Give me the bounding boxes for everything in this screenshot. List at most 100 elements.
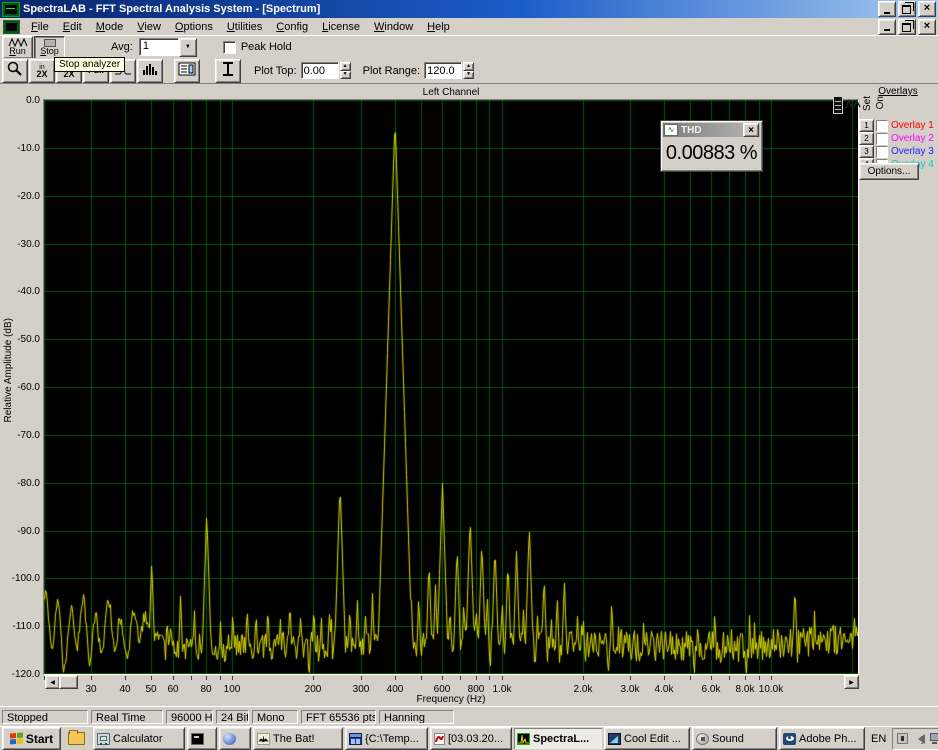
chevron-down-icon[interactable]: ▼ bbox=[179, 38, 197, 57]
x-minor-tick bbox=[91, 676, 92, 680]
taskbar-button-adobe-ph[interactable]: Adobe Ph... bbox=[779, 727, 865, 750]
quicklaunch-folder-icon[interactable] bbox=[68, 732, 85, 745]
overlay-set-button-1[interactable]: 1 bbox=[859, 119, 874, 132]
window-icon bbox=[349, 733, 362, 745]
task-label: Calculator bbox=[113, 733, 163, 745]
overlay-on-checkbox-3[interactable] bbox=[876, 146, 888, 158]
thd-window: ∿ THD × 0.00883 % bbox=[660, 120, 763, 172]
menu-item-view[interactable]: View bbox=[130, 19, 168, 35]
taskbar-button-the-bat[interactable]: The Bat! bbox=[253, 727, 343, 750]
menu-item-options[interactable]: Options bbox=[168, 19, 220, 35]
overlay-row-2: 2Overlay 2 bbox=[859, 132, 937, 145]
taskbar-button-c-temp[interactable]: {C:\Temp... bbox=[345, 727, 428, 750]
thd-close-icon[interactable]: × bbox=[743, 123, 759, 137]
y-tick-label: -60.0 bbox=[0, 382, 40, 393]
taskbar-button-cool-edit[interactable]: Cool Edit ... bbox=[604, 727, 690, 750]
x-minor-tick bbox=[206, 676, 207, 680]
hscroll-left-arrow[interactable]: ◀ bbox=[45, 675, 60, 689]
taskbar-button-03-03-20[interactable]: [03.03.20... bbox=[430, 727, 512, 750]
magnifier-button[interactable] bbox=[2, 59, 28, 83]
x-minor-tick bbox=[191, 676, 192, 680]
peak-hold-checkbox[interactable] bbox=[223, 41, 236, 54]
overlay-on-checkbox-1[interactable] bbox=[876, 120, 888, 132]
globe-icon bbox=[223, 733, 236, 745]
avg-combo[interactable]: 1 ▼ bbox=[139, 38, 197, 57]
status-state: Stopped bbox=[2, 710, 88, 724]
task-label: {C:\Temp... bbox=[365, 733, 419, 745]
menu-item-utilities[interactable]: Utilities bbox=[220, 19, 269, 35]
level-meter-icon bbox=[833, 96, 843, 114]
menu-item-config[interactable]: Config bbox=[269, 19, 315, 35]
histogram-icon bbox=[141, 62, 159, 79]
y-tick-label: -90.0 bbox=[0, 526, 40, 537]
y-tick-label: 0.0 bbox=[0, 95, 40, 106]
menu-item-file[interactable]: File bbox=[24, 19, 56, 35]
spin-down-icon[interactable]: ▼ bbox=[463, 71, 474, 80]
minimize-button[interactable] bbox=[878, 1, 896, 17]
start-button[interactable]: Start bbox=[2, 727, 61, 750]
calculator-icon bbox=[97, 733, 110, 745]
run-label: Run bbox=[9, 47, 26, 56]
taskbar-button-spectral[interactable]: SpectraL... bbox=[514, 728, 602, 749]
x-minor-tick bbox=[583, 676, 584, 680]
plot-top-input[interactable] bbox=[301, 62, 339, 79]
spin-up-icon[interactable]: ▲ bbox=[340, 62, 351, 71]
overlays-options-button[interactable]: Options... bbox=[859, 163, 919, 180]
spectrum-plot[interactable] bbox=[44, 100, 858, 674]
hscroll-thumb[interactable] bbox=[59, 675, 78, 689]
sine-wave-icon bbox=[844, 98, 861, 113]
tray-status-icon[interactable] bbox=[897, 733, 908, 744]
child-close-button[interactable]: × bbox=[918, 19, 936, 35]
avg-value[interactable]: 1 bbox=[139, 38, 179, 56]
menu-item-license[interactable]: License bbox=[315, 19, 367, 35]
x-minor-tick bbox=[442, 676, 443, 680]
thd-titlebar[interactable]: ∿ THD × bbox=[663, 123, 760, 137]
x-minor-tick bbox=[151, 676, 152, 680]
plot-title: Left Channel bbox=[44, 87, 858, 98]
y-tick-label: -10.0 bbox=[0, 143, 40, 154]
display-options-button[interactable] bbox=[174, 59, 200, 83]
hscroll-right-arrow[interactable]: ▶ bbox=[844, 675, 859, 689]
status-cells: StoppedReal Time96000 Hz24 BitMonoFFT 65… bbox=[2, 710, 457, 724]
network-icon[interactable] bbox=[930, 733, 938, 744]
child-minimize-button[interactable] bbox=[878, 19, 896, 35]
x-minor-tick bbox=[664, 676, 665, 680]
spin-down-icon[interactable]: ▼ bbox=[340, 71, 351, 80]
restore-button[interactable] bbox=[898, 1, 916, 17]
overlay-set-button-3[interactable]: 3 bbox=[859, 145, 874, 158]
taskbar-button-console[interactable] bbox=[187, 727, 217, 750]
start-label: Start bbox=[26, 732, 53, 746]
taskbar-button-globe[interactable] bbox=[219, 727, 251, 750]
zoom-in-2x-icon: in2X bbox=[36, 64, 47, 78]
x-minor-tick bbox=[232, 676, 233, 680]
menu-item-window[interactable]: Window bbox=[367, 19, 420, 35]
language-indicator[interactable]: EN bbox=[871, 733, 886, 745]
taskbar-button-calculator[interactable]: Calculator bbox=[93, 727, 185, 750]
volume-icon[interactable] bbox=[913, 734, 925, 744]
overlay-set-button-2[interactable]: 2 bbox=[859, 132, 874, 145]
child-restore-button[interactable] bbox=[898, 19, 916, 35]
plot-range-spinner[interactable]: ▲▼ bbox=[463, 62, 474, 79]
menu-item-help[interactable]: Help bbox=[420, 19, 457, 35]
plot-top-spinner[interactable]: ▲▼ bbox=[340, 62, 351, 79]
fit-vertical-button[interactable] bbox=[215, 59, 241, 83]
close-button[interactable]: × bbox=[918, 1, 936, 17]
thd-value: 0.00883 % bbox=[663, 137, 760, 169]
spin-up-icon[interactable]: ▲ bbox=[463, 62, 474, 71]
histogram-button[interactable] bbox=[137, 59, 163, 83]
generator-icon[interactable] bbox=[833, 93, 863, 117]
menu-item-mode[interactable]: Mode bbox=[89, 19, 131, 35]
y-tick-label: -110.0 bbox=[0, 621, 40, 632]
run-button[interactable]: Run bbox=[2, 36, 33, 59]
zoom-in-2x-button[interactable]: in2X bbox=[29, 59, 55, 83]
child-window-icon[interactable] bbox=[3, 20, 20, 34]
fit-vertical-icon bbox=[221, 61, 235, 80]
plot-range-input[interactable] bbox=[424, 62, 462, 79]
taskbar-button-sound[interactable]: Sound bbox=[692, 727, 777, 750]
status-window-function: Hanning bbox=[379, 710, 454, 724]
overlay-on-checkbox-2[interactable] bbox=[876, 133, 888, 145]
menu-item-edit[interactable]: Edit bbox=[56, 19, 89, 35]
y-tick-label: -80.0 bbox=[0, 478, 40, 489]
y-tick-label: -70.0 bbox=[0, 430, 40, 441]
stop-button[interactable]: Stop bbox=[34, 36, 65, 59]
